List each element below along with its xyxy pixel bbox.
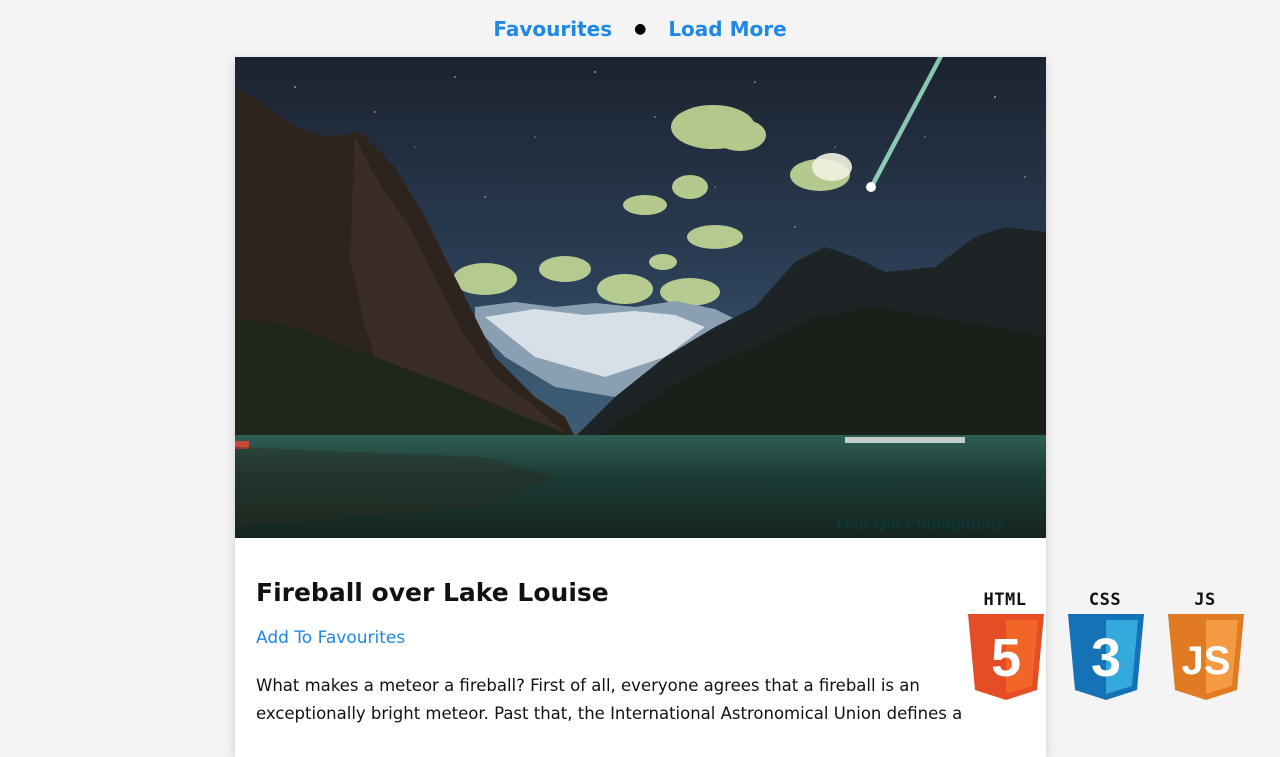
js-badge: JS JS [1165,590,1245,705]
add-to-favourites-link[interactable]: Add To Favourites [256,628,405,648]
js-numeral: JS [1182,639,1231,683]
js-icon: JS [1168,614,1244,700]
load-more-link[interactable]: Load More [668,17,786,41]
css-label: CSS [1088,590,1122,610]
css3-badge: CSS 3 [1065,590,1145,705]
nav-separator: ● [634,20,647,37]
html5-badge: HTML 5 [965,590,1045,705]
post-body: Fireball over Lake Louise Add To Favouri… [235,538,1046,728]
post-image: Hao Qin Photography [235,57,1046,538]
post-title: Fireball over Lake Louise [256,578,609,607]
top-nav: Favourites ● Load More [0,0,1280,57]
post-card: Hao Qin Photography Fireball over Lake L… [235,57,1046,757]
js-label: JS [1194,590,1216,610]
html5-numeral: 5 [991,628,1021,688]
image-watermark: Hao Qin Photography [836,514,1004,533]
favourites-link[interactable]: Favourites [493,17,612,41]
html-label: HTML [983,590,1027,610]
tech-badges: HTML 5 CSS 3 JS JS [965,590,1255,705]
css3-icon: 3 [1068,614,1144,700]
css3-numeral: 3 [1091,628,1121,688]
html5-icon: 5 [968,614,1044,700]
